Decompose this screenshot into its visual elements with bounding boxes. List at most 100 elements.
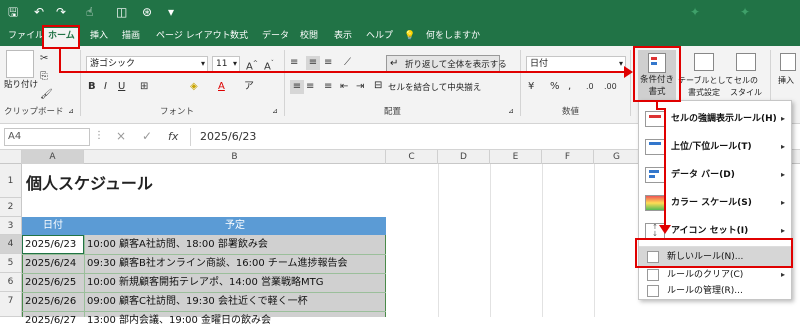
phonetic-icon[interactable]: ア bbox=[244, 80, 254, 94]
tab-insert[interactable]: 挿入 bbox=[90, 29, 108, 43]
orientation-icon[interactable]: ⟋ bbox=[344, 56, 351, 70]
menu-item-data-bars[interactable]: データ バー(D) ▸ bbox=[639, 161, 791, 189]
decrease-indent-icon[interactable]: ⇤ bbox=[340, 80, 348, 94]
ribbon-tabs: ファイル ホーム 挿入 描画 ページ レイアウト 数式 データ 校閲 表示 ヘル… bbox=[0, 26, 800, 46]
tab-file[interactable]: ファイル bbox=[8, 29, 44, 43]
increase-decimal-icon[interactable]: .0 bbox=[586, 80, 594, 94]
format-painter-icon[interactable]: 🖌 bbox=[40, 88, 53, 102]
percent-icon[interactable]: % bbox=[550, 80, 560, 94]
cell-plan[interactable]: 10:00 新規顧客開拓テレアポ、14:00 営業戦略MTG bbox=[84, 273, 386, 292]
row-header-7[interactable]: 7 bbox=[0, 292, 22, 317]
merge-center-button[interactable]: ⊟ セルを結合して中央揃え bbox=[374, 79, 494, 95]
select-all-corner[interactable] bbox=[0, 150, 22, 164]
align-left-icon[interactable]: ≡ bbox=[290, 80, 304, 94]
column-header-c[interactable]: C bbox=[386, 150, 438, 164]
format-painter-qa-icon[interactable]: ◫ bbox=[116, 4, 127, 20]
align-right-icon[interactable]: ≡ bbox=[324, 80, 332, 94]
column-header-b[interactable]: B bbox=[84, 150, 386, 164]
font-name-select[interactable]: 游ゴシック ▾ bbox=[86, 56, 208, 72]
dialog-launcher-icon[interactable]: ⊿ bbox=[508, 104, 514, 118]
confirm-icon[interactable]: ✓ bbox=[142, 129, 152, 143]
clear-rules-icon bbox=[647, 269, 659, 281]
highlight-box-home-tab bbox=[42, 25, 80, 49]
tab-draw[interactable]: 描画 bbox=[122, 29, 140, 43]
menu-item-manage-rules[interactable]: ルールの管理(R)... bbox=[639, 283, 791, 299]
font-group-label: フォント bbox=[160, 107, 195, 117]
column-header-f[interactable]: F bbox=[542, 150, 594, 164]
align-center-icon[interactable]: ≡ bbox=[306, 80, 314, 94]
number-group-label: 数値 bbox=[562, 107, 580, 117]
menu-item-color-scales[interactable]: カラー スケール(S) ▸ bbox=[639, 189, 791, 217]
increase-indent-icon[interactable]: ⇥ bbox=[356, 80, 364, 94]
row-header-1[interactable]: 1 bbox=[0, 164, 22, 198]
comma-icon[interactable]: , bbox=[568, 80, 571, 94]
insert-cells-icon bbox=[780, 53, 796, 71]
insert-function-icon[interactable]: fx bbox=[168, 130, 178, 143]
highlight-box-conditional-format bbox=[633, 46, 681, 102]
currency-icon[interactable]: ¥ bbox=[528, 80, 534, 94]
number-format-select[interactable]: 日付 ▾ bbox=[526, 56, 626, 72]
menu-item-clear-rules[interactable]: ルールのクリア(C) ▸ bbox=[639, 267, 791, 283]
insert-cells-label: 挿入 bbox=[778, 76, 794, 85]
row-header-4[interactable]: 4 bbox=[0, 235, 22, 254]
font-color-icon[interactable]: A bbox=[218, 80, 225, 94]
paste-button[interactable]: 貼り付け bbox=[4, 80, 38, 91]
column-header-d[interactable]: D bbox=[438, 150, 490, 164]
cut-icon[interactable]: ✂ bbox=[40, 52, 48, 66]
dialog-launcher-icon[interactable]: ⊿ bbox=[272, 104, 278, 118]
cell-date[interactable]: 2025/6/25 bbox=[22, 273, 84, 292]
cell-plan[interactable]: 09:30 顧客B社オンライン商談、16:00 チーム進捗報告会 bbox=[84, 254, 386, 273]
format-as-table-button[interactable]: テーブルとして 書式設定 bbox=[678, 50, 733, 102]
touch-mode-icon[interactable]: ☝ bbox=[86, 4, 93, 20]
paste-icon[interactable] bbox=[6, 50, 34, 78]
row-header-2[interactable]: 2 bbox=[0, 198, 22, 217]
annotation-arrow bbox=[59, 49, 61, 72]
menu-item-top-bottom-rules[interactable]: 上位/下位ルール(T) ▸ bbox=[639, 133, 791, 161]
cell-date[interactable]: 2025/6/27 bbox=[22, 311, 84, 330]
font-size-select[interactable]: 11 ▾ bbox=[212, 56, 240, 72]
align-top-icon[interactable]: ≡ bbox=[290, 56, 298, 70]
tab-view[interactable]: 表示 bbox=[334, 29, 352, 43]
top-bottom-icon bbox=[645, 139, 665, 155]
copy-icon[interactable]: ⎘ bbox=[40, 70, 48, 84]
tab-data[interactable]: データ bbox=[262, 29, 289, 43]
formula-input[interactable]: 2025/6/23 bbox=[200, 130, 256, 143]
dialog-launcher-icon[interactable]: ⊿ bbox=[68, 104, 74, 118]
name-box[interactable]: A4 bbox=[4, 128, 90, 146]
tell-me-search[interactable]: 何をしますか bbox=[426, 29, 480, 43]
tab-help[interactable]: ヘルプ bbox=[366, 29, 393, 43]
annotation-arrow bbox=[664, 108, 666, 226]
cancel-icon[interactable]: × bbox=[116, 129, 126, 143]
cell-plan[interactable]: 10:00 顧客A社訪問、18:00 部署飲み会 bbox=[84, 235, 386, 254]
save-icon[interactable]: 🖫 bbox=[8, 4, 18, 20]
column-header-e[interactable]: E bbox=[490, 150, 542, 164]
fill-color-icon[interactable]: ◈ bbox=[190, 80, 198, 94]
tab-formulas[interactable]: 数式 bbox=[230, 29, 248, 43]
align-bottom-icon[interactable]: ≡ bbox=[324, 56, 332, 70]
cell-date[interactable]: 2025/6/23 bbox=[22, 235, 84, 254]
italic-icon[interactable]: I bbox=[104, 80, 107, 94]
cell-plan[interactable]: 09:00 顧客C社訪問、19:30 会社近くで軽く一杯 bbox=[84, 292, 386, 311]
row-header-5[interactable]: 5 bbox=[0, 254, 22, 273]
row-header-6[interactable]: 6 bbox=[0, 273, 22, 292]
table-format-icon bbox=[694, 53, 714, 71]
redo-icon[interactable]: ↷ bbox=[56, 4, 66, 20]
borders-icon[interactable]: ⊞ bbox=[140, 80, 148, 94]
cell-styles-button[interactable]: セルの スタイル bbox=[730, 50, 762, 102]
cell-date[interactable]: 2025/6/24 bbox=[22, 254, 84, 273]
customize-qa-icon[interactable]: ▾ bbox=[168, 4, 174, 20]
underline-icon[interactable]: U bbox=[118, 80, 125, 94]
row-header-3[interactable]: 3 bbox=[0, 217, 22, 235]
tab-page-layout[interactable]: ページ レイアウト bbox=[156, 29, 231, 43]
quick-access-icon[interactable]: ⊛ bbox=[142, 4, 152, 20]
undo-icon[interactable]: ↶ bbox=[34, 4, 44, 20]
align-middle-icon[interactable]: ≡ bbox=[306, 56, 320, 70]
cell-plan[interactable]: 13:00 部内会議、19:00 金曜日の飲み会 bbox=[84, 311, 386, 330]
bold-icon[interactable]: B bbox=[88, 80, 96, 94]
insert-cells-button[interactable]: 挿入 bbox=[778, 50, 800, 102]
cell-date[interactable]: 2025/6/26 bbox=[22, 292, 84, 311]
decrease-decimal-icon[interactable]: .00 bbox=[604, 80, 617, 94]
column-header-g[interactable]: G bbox=[594, 150, 640, 164]
column-header-a[interactable]: A bbox=[22, 150, 84, 164]
tab-review[interactable]: 校閲 bbox=[300, 29, 318, 43]
